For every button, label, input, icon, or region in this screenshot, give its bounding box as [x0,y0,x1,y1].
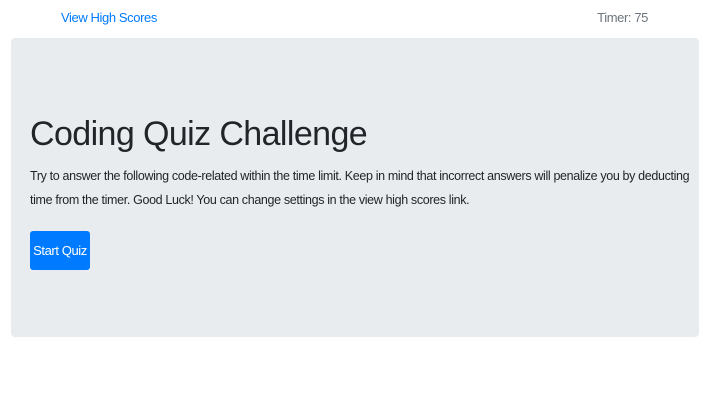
page-title: Coding Quiz Challenge [30,115,368,153]
quiz-intro-panel: Coding Quiz Challenge Try to answer the … [11,38,699,337]
quiz-description: Try to answer the following code-related… [30,169,690,207]
start-quiz-button[interactable]: Start Quiz [30,231,90,270]
timer-display: Timer: 75 [597,10,648,25]
top-bar: View High Scores Timer: 75 [0,0,720,38]
view-high-scores-link[interactable]: View High Scores [61,10,157,25]
